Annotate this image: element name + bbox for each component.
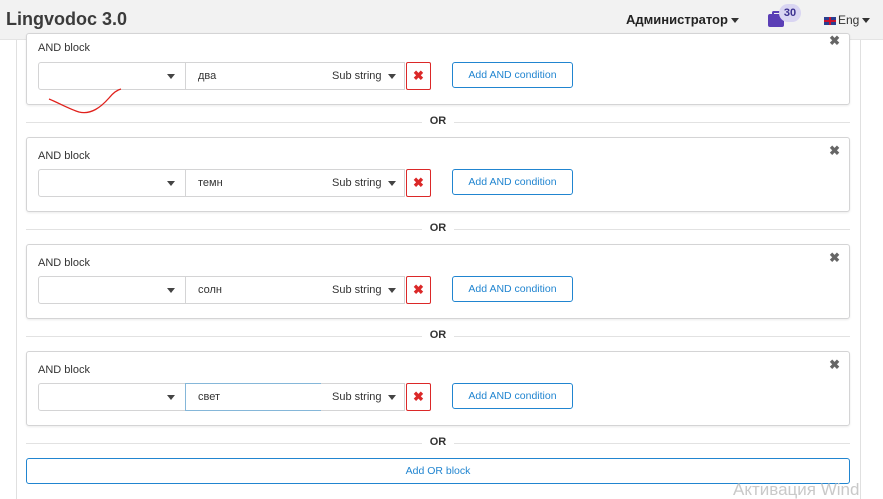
match-type-dropdown[interactable]: Sub string (321, 169, 405, 197)
add-and-condition-button[interactable]: Add AND condition (452, 276, 573, 302)
or-separator: OR (26, 115, 850, 129)
search-text-input[interactable]: два (185, 62, 322, 90)
match-type-label: Sub string (332, 177, 382, 189)
match-type-label: Sub string (332, 391, 382, 403)
chevron-down-icon (730, 18, 739, 24)
chevron-down-icon (387, 180, 396, 186)
divider (454, 336, 850, 337)
match-type-dropdown[interactable]: Sub string (321, 62, 405, 90)
chevron-down-icon (167, 181, 175, 186)
or-label: OR (429, 329, 447, 341)
or-label: OR (429, 436, 447, 448)
chevron-down-icon (387, 287, 396, 293)
and-block-title: AND block (38, 150, 90, 162)
and-block: AND block ✖ темн Sub string ✖ Add AND co… (26, 137, 850, 212)
match-type-label: Sub string (332, 70, 382, 82)
red-scribble-annotation (48, 88, 122, 114)
tasks-button[interactable]: 30 (766, 4, 806, 34)
and-block-title: AND block (38, 364, 90, 376)
close-icon[interactable]: ✖ (829, 250, 840, 266)
close-icon[interactable]: ✖ (829, 33, 840, 49)
match-type-dropdown[interactable]: Sub string (321, 276, 405, 304)
user-menu-label: Администратор (626, 12, 728, 27)
language-label: Eng (838, 13, 860, 27)
and-block-title: AND block (38, 257, 90, 269)
or-label: OR (429, 222, 447, 234)
divider (454, 443, 850, 444)
field-dropdown[interactable] (38, 169, 186, 197)
app-title[interactable]: Lingvodoc 3.0 (6, 9, 127, 30)
field-dropdown[interactable] (38, 383, 186, 411)
and-block: AND block ✖ свет Sub string ✖ Add AND co… (26, 351, 850, 426)
close-icon[interactable]: ✖ (829, 357, 840, 373)
match-type-dropdown[interactable]: Sub string (321, 383, 405, 411)
user-menu[interactable]: Администратор (626, 12, 739, 27)
and-block: AND block ✖ два Sub string ✖ Add AND con… (26, 33, 850, 105)
close-icon: ✖ (413, 175, 424, 190)
chevron-down-icon (387, 394, 396, 400)
close-icon: ✖ (413, 68, 424, 83)
chevron-down-icon (167, 74, 175, 79)
language-selector[interactable]: Eng (824, 13, 871, 27)
add-and-condition-button[interactable]: Add AND condition (452, 383, 573, 409)
delete-condition-button[interactable]: ✖ (406, 276, 431, 304)
windows-activation-watermark: Активация Wind (733, 480, 860, 499)
tasks-count-badge: 30 (779, 4, 801, 22)
or-separator: OR (26, 329, 850, 343)
add-and-condition-button[interactable]: Add AND condition (452, 62, 573, 88)
or-separator: OR (26, 222, 850, 236)
and-block-title: AND block (38, 42, 90, 54)
add-or-block-button[interactable]: Add OR block (26, 458, 850, 484)
divider (454, 229, 850, 230)
add-and-condition-button[interactable]: Add AND condition (452, 169, 573, 195)
divider (454, 122, 850, 123)
delete-condition-button[interactable]: ✖ (406, 383, 431, 411)
or-label: OR (429, 115, 447, 127)
close-icon: ✖ (413, 389, 424, 404)
close-icon[interactable]: ✖ (829, 143, 840, 159)
search-text-input[interactable]: темн (185, 169, 322, 197)
delete-condition-button[interactable]: ✖ (406, 169, 431, 197)
and-block: AND block ✖ солн Sub string ✖ Add AND co… (26, 244, 850, 319)
or-separator: OR (26, 436, 850, 450)
chevron-down-icon (862, 18, 871, 24)
search-text-input[interactable]: свет (185, 383, 322, 411)
field-dropdown[interactable] (38, 276, 186, 304)
chevron-down-icon (387, 73, 396, 79)
chevron-down-icon (167, 288, 175, 293)
uk-flag-icon (824, 16, 836, 25)
close-icon: ✖ (413, 282, 424, 297)
delete-condition-button[interactable]: ✖ (406, 62, 431, 90)
chevron-down-icon (167, 395, 175, 400)
search-text-input[interactable]: солн (185, 276, 322, 304)
match-type-label: Sub string (332, 284, 382, 296)
